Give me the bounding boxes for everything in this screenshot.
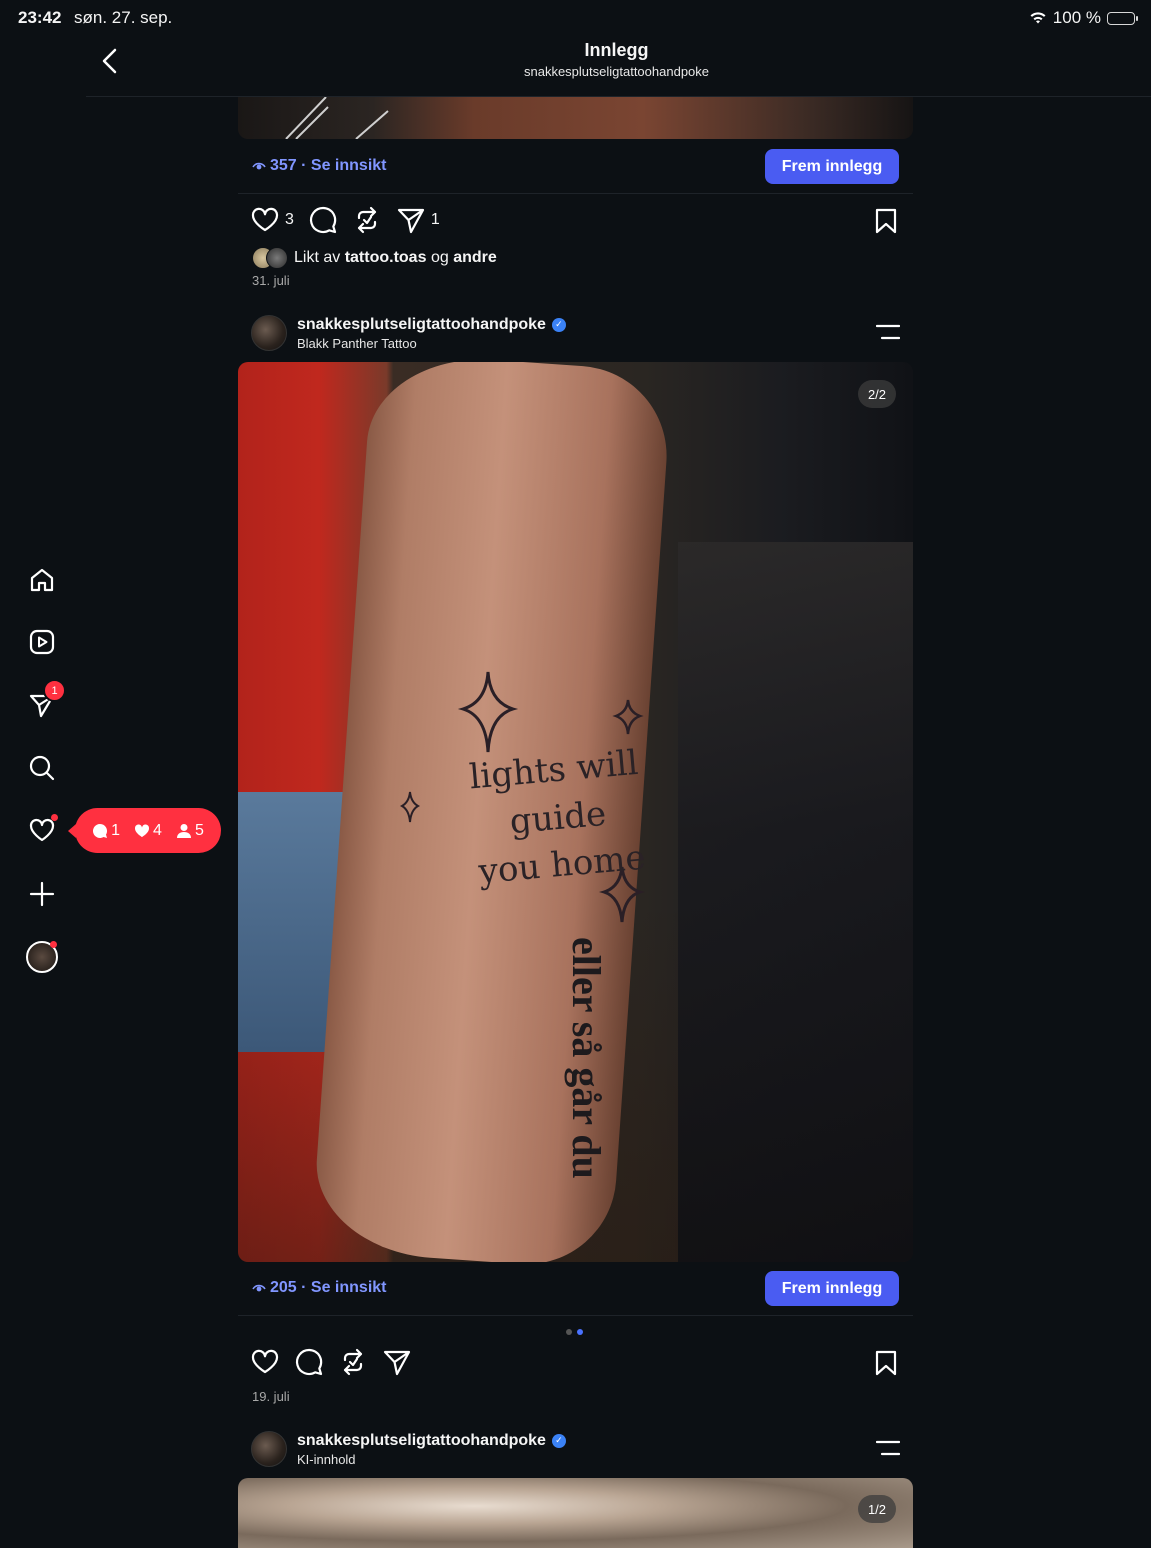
post2-image[interactable]: lights will guide you home eller så går … — [238, 362, 913, 1262]
status-time: 23:42 — [18, 8, 62, 27]
bookmark-icon[interactable] — [874, 208, 898, 234]
share-icon[interactable] — [396, 205, 426, 235]
post3-image[interactable]: 1/2 — [238, 1478, 913, 1548]
post2-header[interactable]: snakkesplutseligtattoohandpoke ✓ Blakk Pa… — [251, 315, 566, 351]
post1-share-count: 1 — [430, 211, 440, 228]
bookmark-icon[interactable] — [874, 1350, 898, 1376]
carousel-counter: 1/2 — [858, 1495, 896, 1523]
post1-actions: 3 1 — [250, 205, 440, 235]
liked-by-others[interactable]: andre — [453, 249, 497, 266]
post3-username[interactable]: snakkesplutseligtattoohandpoke — [297, 1432, 546, 1450]
verified-icon: ✓ — [551, 1433, 566, 1448]
reels-icon — [29, 629, 55, 655]
like-count: 4 — [134, 822, 162, 840]
follow-count: 5 — [176, 822, 204, 840]
nav-profile[interactable] — [24, 939, 60, 975]
home-icon — [30, 568, 54, 592]
post3-header[interactable]: snakkesplutseligtattoohandpoke ✓ KI-innho… — [251, 1431, 566, 1467]
post2-divider — [238, 1315, 913, 1316]
post2-username[interactable]: snakkesplutseligtattoohandpoke — [297, 316, 546, 334]
avatar[interactable] — [251, 315, 287, 351]
wifi-icon — [1030, 12, 1046, 24]
post1-views: 357 · Se innsikt — [270, 157, 387, 174]
repost-icon[interactable] — [338, 1347, 368, 1377]
nav-create[interactable] — [24, 876, 60, 912]
heart-filled-icon — [135, 823, 150, 837]
post1-promote-button[interactable]: Frem innlegg — [765, 149, 899, 184]
activity-dot — [51, 814, 58, 821]
plus-icon — [29, 881, 55, 907]
menu-icon[interactable] — [876, 1440, 900, 1456]
liked-by-user[interactable]: tattoo.toas — [345, 249, 427, 266]
post1-insights-link[interactable]: 357 · Se innsikt — [252, 157, 387, 175]
tattoo-vertical-text: eller så går du — [564, 937, 609, 1179]
comment-icon[interactable] — [294, 1347, 324, 1377]
menu-icon[interactable] — [876, 324, 900, 340]
battery-percent: 100 % — [1052, 8, 1101, 27]
nav-search[interactable] — [24, 750, 60, 786]
status-indicators: 100 % — [1029, 8, 1138, 28]
nav-activity[interactable] — [24, 812, 60, 848]
comment-icon — [93, 823, 108, 838]
carousel-dot-active — [577, 1329, 583, 1335]
nav-reels[interactable] — [24, 624, 60, 660]
eye-icon — [252, 1284, 266, 1292]
like-icon[interactable] — [250, 1347, 280, 1377]
verified-icon: ✓ — [551, 317, 566, 332]
carousel-dots — [566, 1329, 583, 1335]
comment-icon[interactable] — [308, 205, 338, 235]
post2-location[interactable]: Blakk Panther Tattoo — [297, 336, 566, 351]
battery-icon — [1107, 11, 1138, 25]
like-icon[interactable] — [250, 205, 280, 235]
nav-home[interactable] — [24, 562, 60, 598]
page-title: Innlegg — [584, 40, 649, 60]
carousel-counter: 2/2 — [858, 380, 896, 408]
post-image-previous[interactable] — [238, 97, 913, 139]
post1-liked-by[interactable]: Likt av tattoo.toas og andre — [252, 247, 497, 269]
post1-date: 31. juli — [252, 273, 290, 288]
share-icon[interactable] — [382, 1347, 412, 1377]
post1-like-count: 3 — [285, 211, 294, 228]
person-icon — [176, 823, 191, 838]
status-date: søn. 27. sep. — [74, 8, 173, 27]
post2-insights-link[interactable]: 205 · Se innsikt — [252, 1279, 387, 1297]
post2-actions — [250, 1347, 412, 1377]
post3-label: KI-innhold — [297, 1451, 356, 1467]
page-subtitle: snakkesplutseligtattoohandpoke — [523, 64, 710, 79]
tattoo-text: lights will guide you home — [467, 742, 648, 893]
post2-promote-button[interactable]: Frem innlegg — [765, 1271, 899, 1306]
carousel-dot — [566, 1329, 572, 1335]
post2-date: 19. juli — [252, 1389, 290, 1404]
profile-dot — [50, 941, 57, 948]
post2-views: 205 · Se innsikt — [270, 1279, 387, 1296]
avatar[interactable] — [251, 1431, 287, 1467]
nav-messages[interactable]: 1 — [24, 679, 66, 723]
messages-badge: 1 — [43, 679, 66, 702]
eye-icon — [252, 162, 266, 170]
comment-count: 1 — [92, 822, 120, 840]
repost-icon[interactable] — [352, 205, 382, 235]
activity-notification-pill[interactable]: 1 4 5 — [68, 808, 221, 853]
liked-by-avatars — [252, 247, 288, 269]
post1-divider — [238, 193, 913, 194]
search-icon — [29, 755, 55, 781]
